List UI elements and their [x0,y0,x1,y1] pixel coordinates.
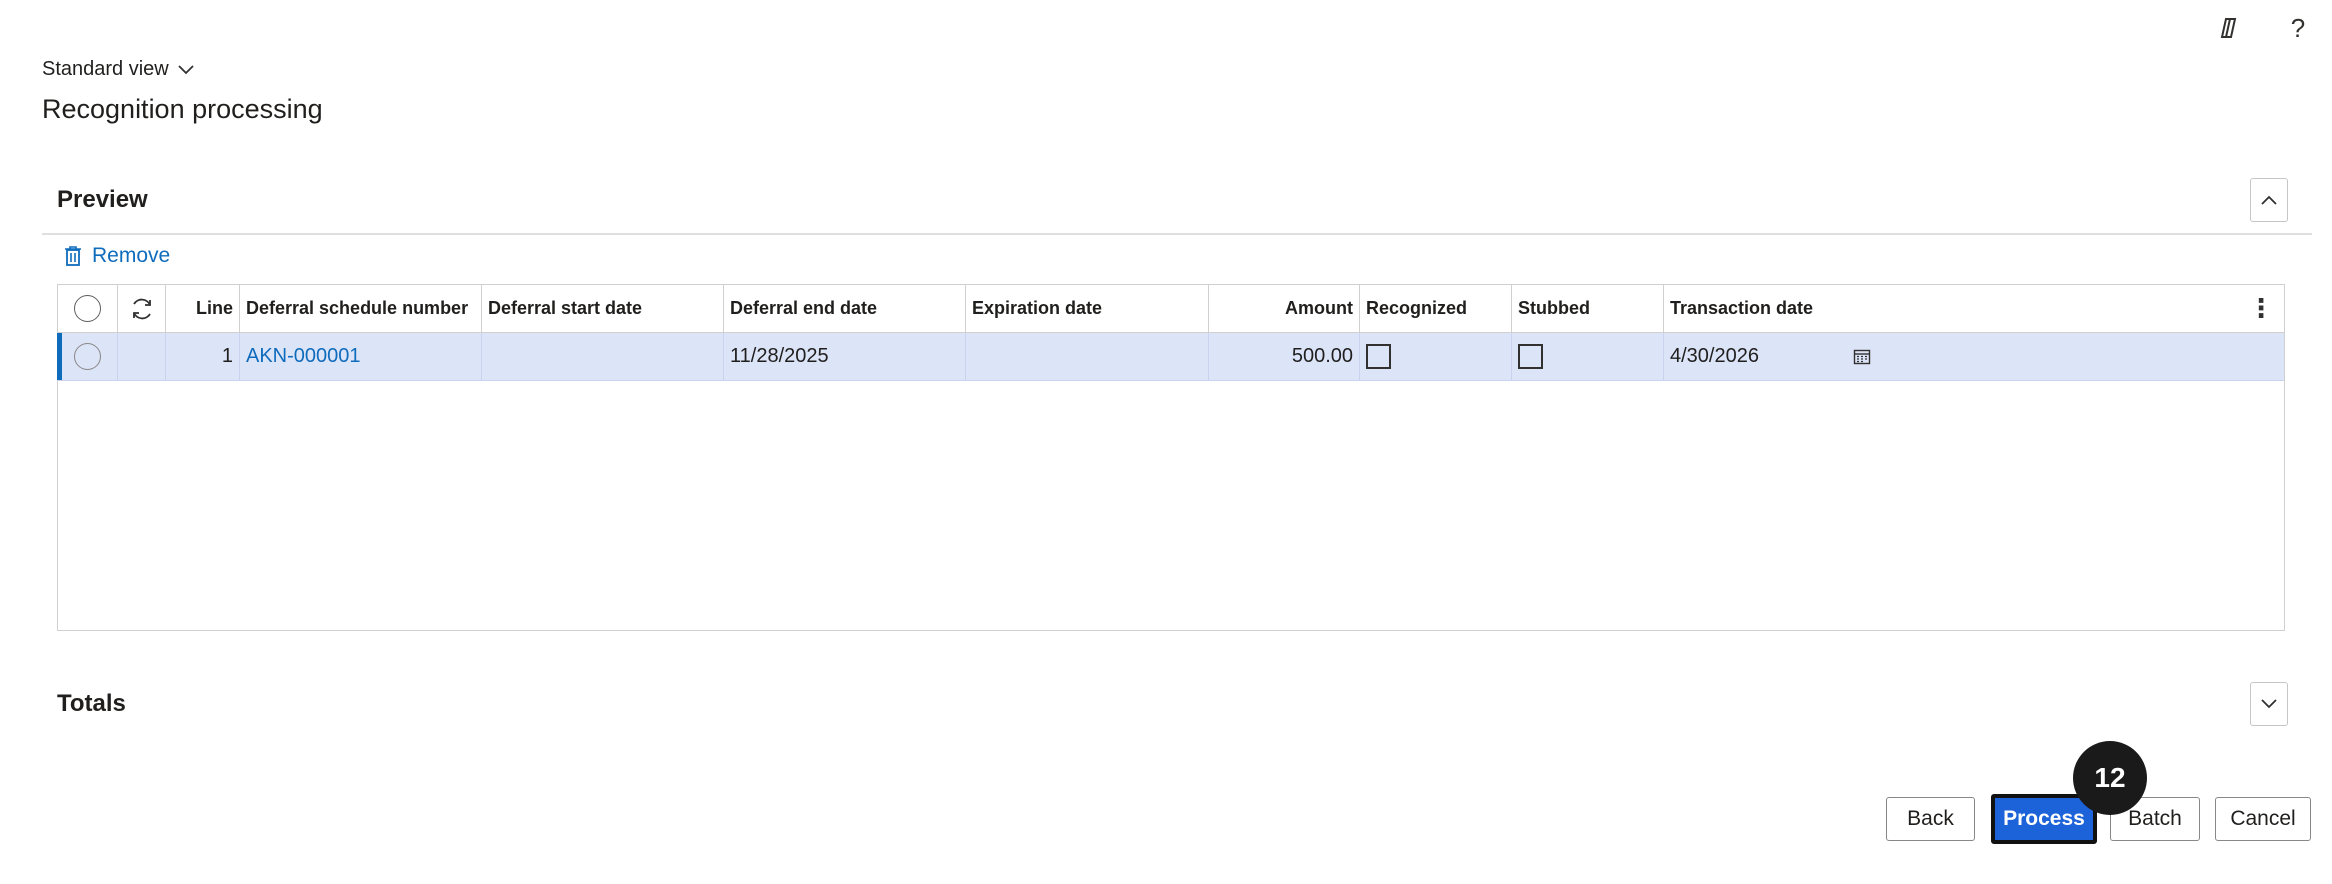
row-spacer-cell [118,333,166,380]
column-header-recognized[interactable]: Recognized [1360,285,1512,332]
cell-line: 1 [166,333,240,380]
column-header-line[interactable]: Line [166,285,240,332]
copilot-icon[interactable] [2216,14,2244,42]
cell-stubbed[interactable] [1512,333,1664,380]
cancel-button[interactable]: Cancel [2215,797,2311,841]
refresh-icon[interactable] [129,296,155,322]
preview-title: Preview [57,186,148,213]
transaction-date-field[interactable]: 4/30/2026 [1664,333,1842,380]
cell-deferral-end-date: 11/28/2025 [724,333,966,380]
recognized-checkbox[interactable] [1366,344,1391,369]
view-selector[interactable]: Standard view [42,58,195,81]
stubbed-checkbox[interactable] [1518,344,1543,369]
row-fill [1882,333,2284,380]
cell-deferral-schedule-number-link[interactable]: AKN-000001 [240,333,482,380]
collapse-preview-button[interactable] [2250,178,2288,222]
cell-deferral-start-date [482,333,724,380]
chevron-up-icon [2261,195,2277,205]
page-title: Recognition processing [42,94,323,124]
totals-section-header[interactable]: Totals [42,670,2312,738]
date-picker-cell[interactable] [1842,333,1882,380]
grid-header: Line Deferral schedule number Deferral s… [58,285,2284,333]
help-icon[interactable]: ? [2284,13,2312,43]
preview-section-header[interactable]: Preview [42,167,2312,235]
table-row[interactable]: 1 AKN-000001 11/28/2025 500.00 4/30/2026 [57,333,2284,381]
view-selector-label: Standard view [42,58,169,80]
chevron-down-icon [178,64,194,74]
cell-expiration-date [966,333,1209,380]
column-header-deferral-start-date[interactable]: Deferral start date [482,285,724,332]
cell-amount: 500.00 [1209,333,1360,380]
expand-totals-button[interactable] [2250,682,2288,726]
remove-label: Remove [92,244,171,267]
column-options-cell[interactable]: ⋮ [1882,285,2284,332]
cell-recognized[interactable] [1360,333,1512,380]
column-header-stubbed[interactable]: Stubbed [1512,285,1664,332]
select-all-radio[interactable] [74,295,101,322]
select-all-cell[interactable] [58,285,118,332]
back-button[interactable]: Back [1886,797,1975,841]
remove-button[interactable]: Remove [64,244,170,268]
header-spacer [1842,285,1882,332]
totals-title: Totals [57,690,126,717]
chevron-down-icon [2261,699,2277,709]
refresh-cell[interactable] [118,285,166,332]
step-number-badge: 12 [2073,741,2147,815]
trash-icon [65,246,81,266]
top-toolbar: ? [2216,13,2312,43]
row-select-radio[interactable] [74,343,101,370]
column-header-expiration-date[interactable]: Expiration date [966,285,1209,332]
column-header-deferral-schedule-number[interactable]: Deferral schedule number [240,285,482,332]
calendar-icon[interactable] [1853,348,1871,366]
preview-grid: Line Deferral schedule number Deferral s… [57,284,2285,631]
column-header-deferral-end-date[interactable]: Deferral end date [724,285,966,332]
column-header-transaction-date[interactable]: Transaction date [1664,285,1842,332]
column-header-amount[interactable]: Amount [1209,285,1360,332]
row-select-cell[interactable] [58,333,118,380]
more-options-icon[interactable]: ⋮ [2248,293,2274,324]
